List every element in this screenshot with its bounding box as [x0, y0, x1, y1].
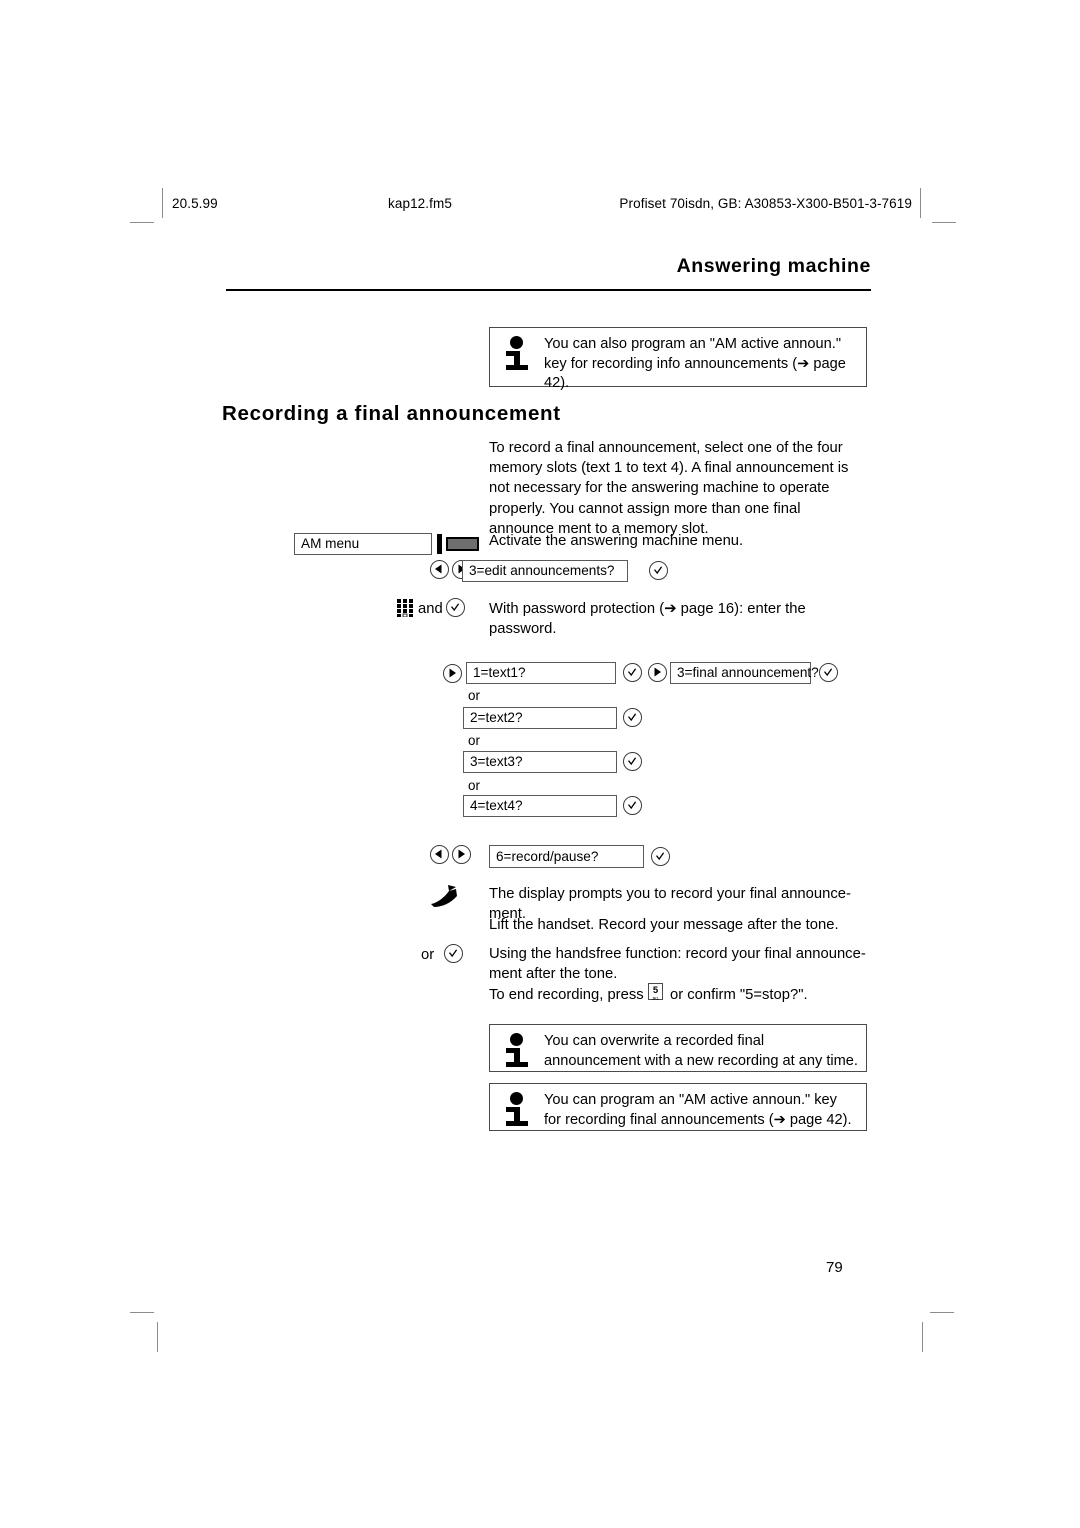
nav-right-key-icon-4[interactable] — [452, 845, 471, 864]
header-document-id: Profiset 70isdn, GB: A30853-X300-B501-3-… — [619, 196, 912, 211]
nav-left-key-icon-2[interactable] — [430, 845, 449, 864]
crop-mark-bottom-left-vertical — [157, 1322, 158, 1352]
handset-instruction-2: Lift the handset. Record your message af… — [489, 917, 839, 933]
info-icon — [504, 336, 534, 376]
display-text-option-2[interactable]: 2=text2? — [463, 707, 617, 729]
chapter-title: Answering machine — [676, 255, 871, 277]
function-key-icon[interactable] — [437, 534, 481, 554]
note-bottom-2-text: You can program an "AM active announ." k… — [544, 1092, 852, 1128]
note-box-bottom-1: You can overwrite a recorded final annou… — [489, 1024, 867, 1072]
note-box-bottom-2: You can program an "AM active announ." k… — [489, 1083, 867, 1131]
crop-mark-bottom-right-vertical — [922, 1322, 923, 1352]
am-menu-instruction: Activate the answering machine menu. — [489, 533, 744, 549]
or-label-1: or — [468, 688, 480, 703]
confirm-key-icon-final[interactable] — [819, 663, 838, 682]
display-record-pause[interactable]: 6=record/pause? — [489, 845, 644, 868]
numeric-key-5-icon[interactable]: 5 JKL — [648, 983, 663, 1001]
display-edit-announcements[interactable]: 3=edit announcements? — [462, 560, 628, 582]
or-label-2: or — [468, 733, 480, 748]
end-recording-suffix: or confirm "5=stop?". — [670, 987, 808, 1003]
display-am-menu[interactable]: AM menu — [294, 533, 432, 555]
handsfree-instruction: Using the handsfree function: record you… — [489, 946, 866, 983]
crop-mark-top-right-vertical — [920, 188, 921, 218]
nav-right-key-icon-3[interactable] — [648, 663, 667, 682]
nav-right-key-icon-2[interactable] — [443, 664, 462, 683]
crop-mark-bottom-right-horizontal — [930, 1312, 954, 1313]
note-bottom-1-text: You can overwrite a recorded final annou… — [544, 1033, 858, 1069]
crop-mark-top-left-vertical — [162, 188, 163, 218]
display-text-option-4[interactable]: 4=text4? — [463, 795, 617, 817]
info-icon — [504, 1092, 534, 1132]
confirm-key-icon-handsfree[interactable] — [444, 944, 463, 963]
info-icon — [504, 1033, 534, 1073]
confirm-key-icon-text1[interactable] — [623, 663, 642, 682]
running-header: 20.5.99 kap12.fm5 Profiset 70isdn, GB: A… — [172, 196, 912, 214]
confirm-key-icon-record[interactable] — [651, 847, 670, 866]
dialpad-icon[interactable] — [397, 599, 413, 618]
confirm-key-icon-text4[interactable] — [623, 796, 642, 815]
password-instruction: With password protection (➔ page 16): en… — [489, 601, 806, 638]
note-box-top: You can also program an "AM active annou… — [489, 327, 867, 391]
chapter-rule — [226, 289, 871, 291]
crop-mark-bottom-left-horizontal — [130, 1312, 154, 1313]
section-heading: Recording a final announcement — [222, 402, 561, 425]
lift-handset-icon — [428, 883, 464, 909]
page-number: 79 — [826, 1259, 843, 1276]
crop-mark-top-left-horizontal — [130, 222, 154, 223]
confirm-key-icon-2[interactable] — [446, 598, 465, 617]
numeric-key-5-letters: JKL — [651, 996, 660, 1001]
crop-mark-top-right-horizontal — [932, 222, 956, 223]
handsfree-or-label: or — [421, 947, 435, 963]
end-recording-prefix: To end recording, press — [489, 987, 644, 1003]
confirm-key-icon-1[interactable] — [649, 561, 668, 580]
header-date: 20.5.99 — [172, 196, 218, 211]
display-text-option-3[interactable]: 3=text3? — [463, 751, 617, 773]
numeric-key-5-digit: 5 — [652, 985, 659, 996]
nav-left-key-icon[interactable] — [430, 560, 449, 579]
confirm-key-icon-text3[interactable] — [623, 752, 642, 771]
password-and-label: and — [418, 601, 443, 617]
header-filename: kap12.fm5 — [388, 196, 452, 211]
or-label-3: or — [468, 778, 480, 793]
confirm-key-icon-text2[interactable] — [623, 708, 642, 727]
intro-paragraph: To record a final announcement, select o… — [489, 440, 849, 537]
display-text-option-1[interactable]: 1=text1? — [466, 662, 616, 684]
display-final-announcement[interactable]: 3=final announcement? — [670, 662, 819, 684]
note-top-text: You can also program an "AM active annou… — [544, 336, 846, 391]
